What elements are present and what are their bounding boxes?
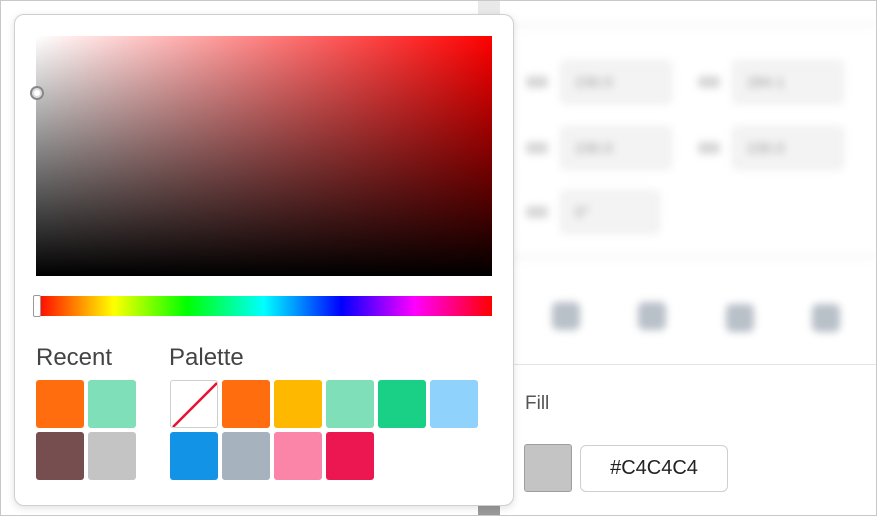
y-label-icon bbox=[698, 76, 720, 88]
palette-color-swatch[interactable] bbox=[274, 380, 322, 428]
align-icon[interactable] bbox=[552, 302, 580, 330]
blurred-divider bbox=[500, 256, 876, 258]
value-black-layer bbox=[36, 36, 492, 276]
palette-title: Palette bbox=[169, 344, 244, 371]
palette-color-swatch[interactable] bbox=[378, 380, 426, 428]
layer-down-icon[interactable] bbox=[812, 304, 840, 332]
distribute-icon[interactable] bbox=[638, 302, 666, 330]
color-picker-popover: Recent Palette bbox=[14, 14, 514, 506]
height-field[interactable]: 230.0 bbox=[732, 126, 844, 170]
no-color-slash-icon bbox=[172, 382, 217, 427]
palette-color-swatch[interactable] bbox=[222, 432, 270, 480]
fill-label: Fill bbox=[525, 393, 550, 414]
width-label-icon bbox=[526, 142, 548, 154]
recent-title: Recent bbox=[36, 344, 113, 371]
width-field[interactable]: 230.0 bbox=[560, 126, 672, 170]
hue-slider-handle[interactable] bbox=[33, 295, 41, 317]
blurred-row-size: 230.0 230.0 bbox=[500, 126, 844, 170]
blurred-row-position: 230.0 284.1 bbox=[500, 60, 844, 104]
palette-color-swatch[interactable] bbox=[170, 432, 218, 480]
blurred-properties: 230.0 284.1 230.0 230.0 0° bbox=[500, 24, 876, 364]
recent-color-swatch[interactable] bbox=[36, 380, 84, 428]
palette-color-swatch[interactable] bbox=[274, 432, 322, 480]
palette-color-swatch[interactable] bbox=[222, 380, 270, 428]
palette-color-swatch[interactable] bbox=[430, 380, 478, 428]
blurred-row-rotation: 0° bbox=[500, 190, 660, 234]
x-label-icon bbox=[526, 76, 548, 88]
x-field[interactable]: 230.0 bbox=[560, 60, 672, 104]
fill-hex-input[interactable]: #C4C4C4 bbox=[580, 445, 728, 492]
fill-color-swatch[interactable] bbox=[524, 444, 572, 492]
recent-color-swatch[interactable] bbox=[36, 432, 84, 480]
layer-up-icon[interactable] bbox=[726, 304, 754, 332]
rotation-field[interactable]: 0° bbox=[560, 190, 660, 234]
saturation-value-area[interactable] bbox=[30, 36, 492, 276]
saturation-value-handle[interactable] bbox=[30, 86, 44, 100]
rotation-label-icon bbox=[526, 206, 548, 218]
blurred-divider bbox=[500, 24, 876, 26]
y-field[interactable]: 284.1 bbox=[732, 60, 844, 104]
hue-slider[interactable] bbox=[33, 295, 492, 317]
height-label-icon bbox=[698, 142, 720, 154]
palette-color-swatch[interactable] bbox=[326, 432, 374, 480]
palette-color-swatch[interactable] bbox=[326, 380, 374, 428]
recent-color-swatch[interactable] bbox=[88, 432, 136, 480]
fill-section-divider bbox=[512, 364, 876, 365]
recent-color-swatch[interactable] bbox=[88, 380, 136, 428]
no-color-swatch[interactable] bbox=[170, 380, 218, 428]
